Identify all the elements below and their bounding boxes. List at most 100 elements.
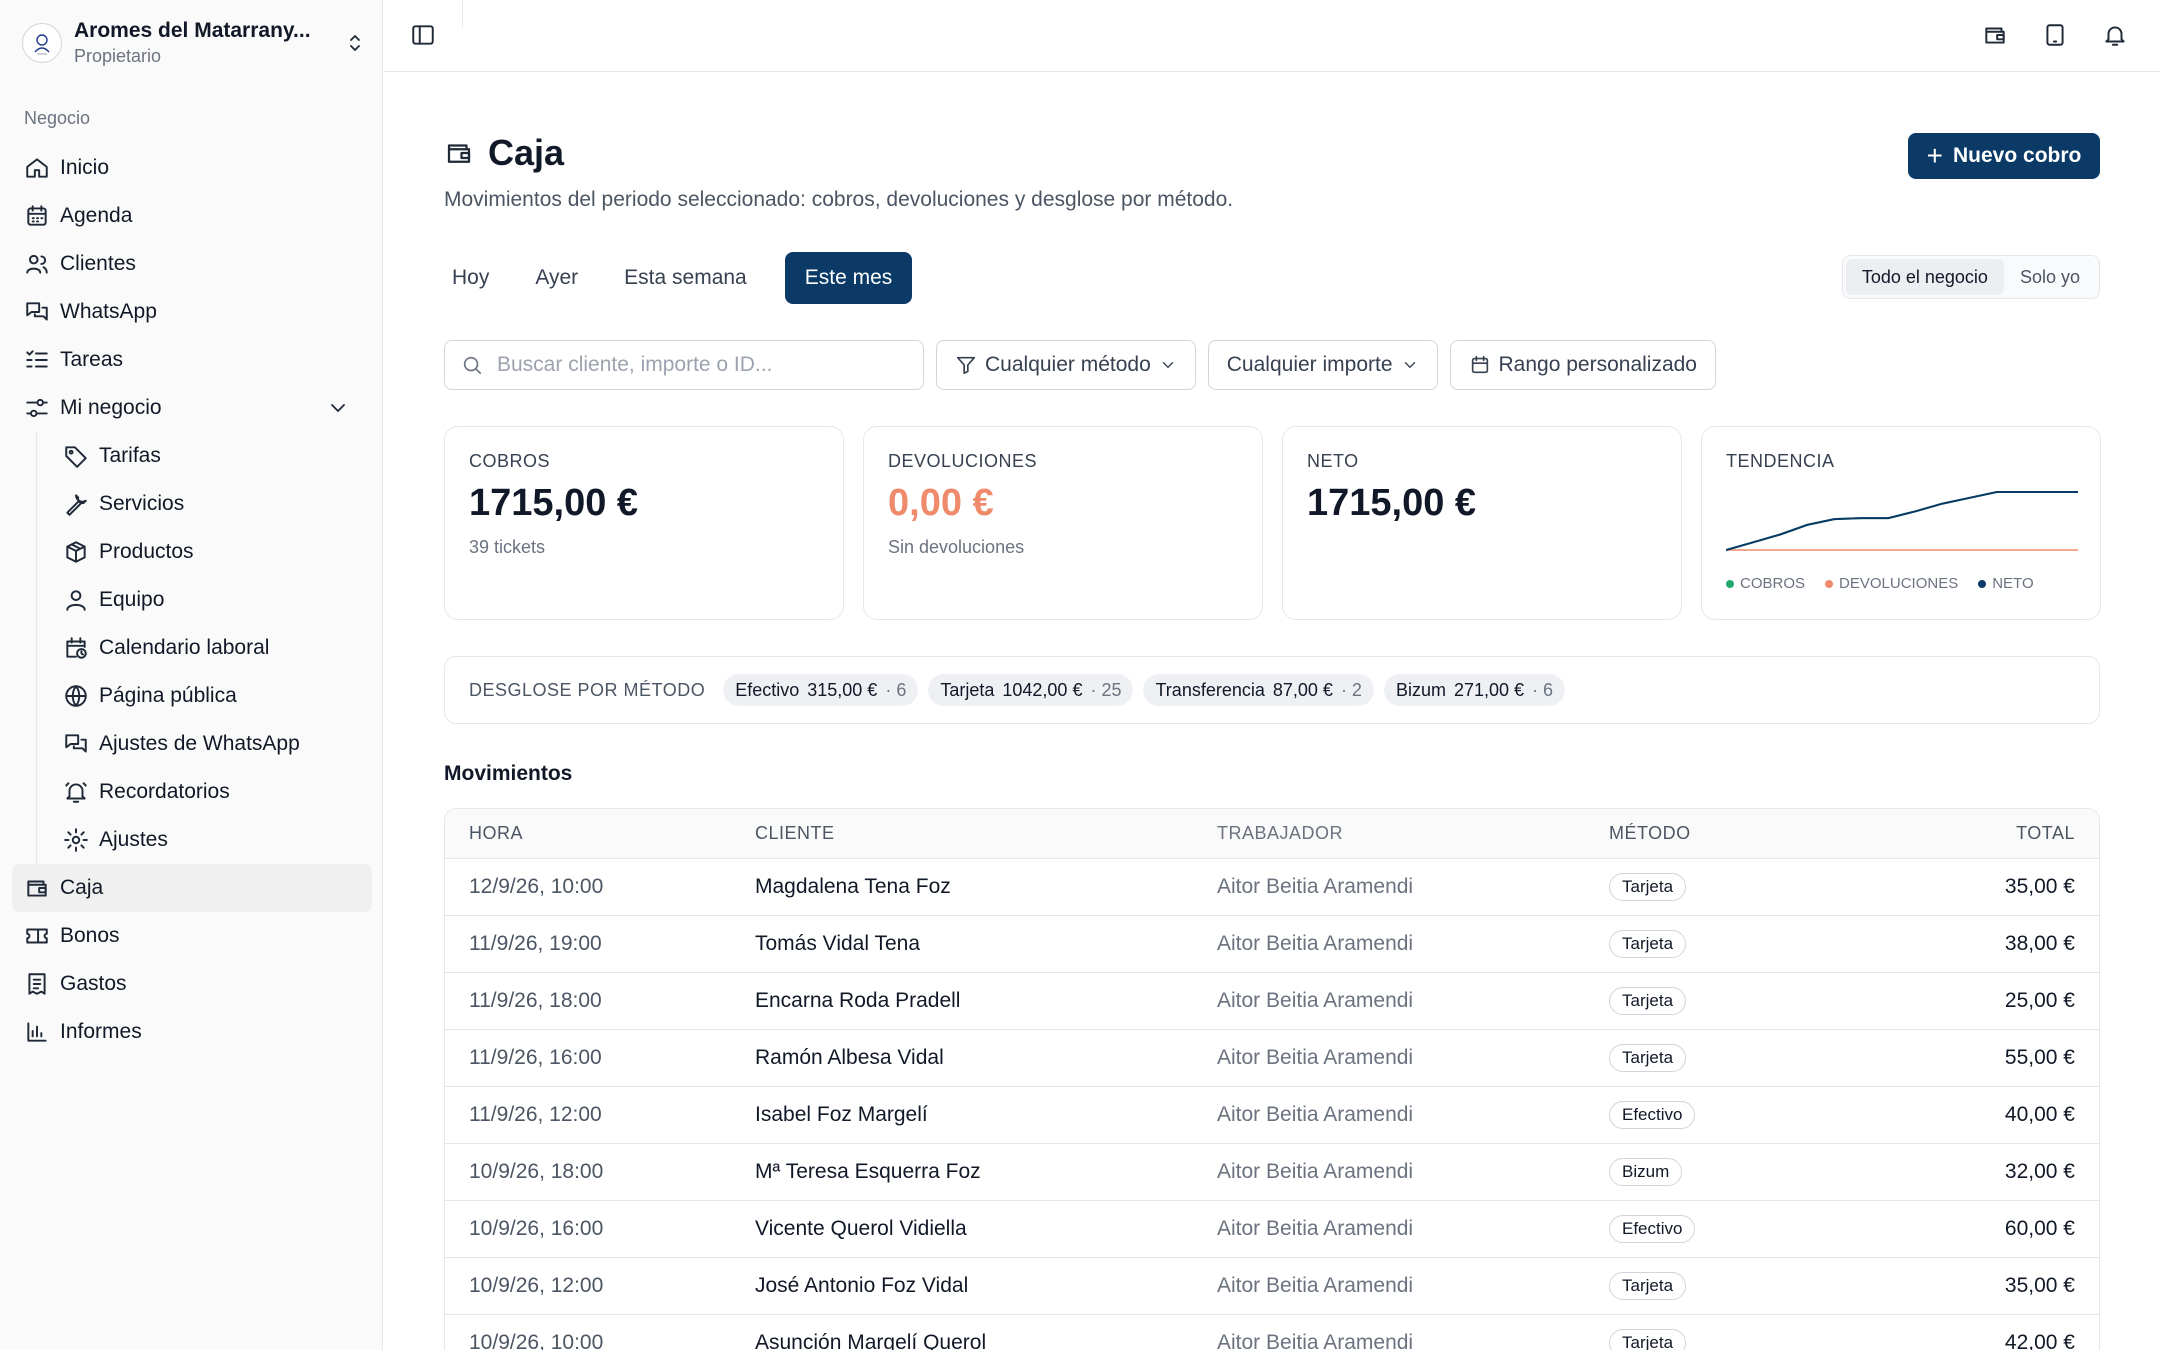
cell-metodo: Efectivo: [1609, 1101, 1869, 1129]
nav-label: Informes: [60, 1020, 142, 1043]
cell-metodo: Tarjeta: [1609, 873, 1869, 901]
method-badge: Tarjeta: [1609, 930, 1687, 958]
nav-item-tarifas[interactable]: Tarifas: [51, 432, 372, 480]
page-title: Caja: [488, 132, 565, 173]
table-row[interactable]: 10/9/26, 12:00 José Antonio Foz Vidal Aito…: [445, 1258, 2099, 1315]
nav-label: Página pública: [99, 684, 237, 707]
nav-item-bonos[interactable]: Bonos: [12, 912, 372, 960]
business-switcher[interactable]: Aromes del Matarrany... Propietario: [22, 14, 367, 72]
breakdown-label: DESGLOSE POR MÉTODO: [469, 679, 706, 700]
tab-ayer[interactable]: Ayer: [527, 252, 598, 304]
series-line-neto: [1726, 491, 2078, 551]
page-header: Caja: [444, 132, 564, 174]
col-total[interactable]: TOTAL: [1869, 823, 2099, 844]
table-row[interactable]: 11/9/26, 16:00 Ramón Albesa Vidal Aitor Be…: [445, 1030, 2099, 1087]
new-charge-button[interactable]: + Nuevo cobro: [1908, 133, 2100, 179]
method-filter[interactable]: Cualquier método: [936, 340, 1196, 390]
cell-total: 35,00 €: [2004, 1274, 2075, 1297]
nav-item-whatsapp[interactable]: WhatsApp: [12, 288, 372, 336]
nav-label: Equipo: [99, 588, 165, 611]
gear-icon: [64, 828, 88, 852]
table-row[interactable]: 11/9/26, 19:00 Tomás Vidal Tena Aitor Beit…: [445, 916, 2099, 973]
nav-item-clientes[interactable]: Clientes: [12, 240, 372, 288]
nav-item-informes[interactable]: Informes: [12, 1008, 372, 1056]
movements-title: Movimientos: [444, 762, 573, 785]
chip-method: Transferencia: [1155, 679, 1265, 700]
cell-cliente: Mª Teresa Esquerra Foz: [755, 1160, 981, 1183]
tab-hoy[interactable]: Hoy: [444, 252, 509, 304]
col-cliente[interactable]: CLIENTE: [755, 823, 1217, 844]
nav-item-productos[interactable]: Productos: [51, 528, 372, 576]
cell-cliente: José Antonio Foz Vidal: [755, 1274, 969, 1297]
cell-trabajador: Aitor Beitia Aramendi: [1217, 1274, 1414, 1297]
cell-metodo: Tarjeta: [1609, 1044, 1869, 1072]
card-neto: NETO 1715,00 €: [1282, 426, 1682, 620]
chip-amount: 87,00 €: [1272, 679, 1333, 700]
nav-item-equipo[interactable]: Equipo: [51, 576, 372, 624]
wallet-icon: [27, 880, 47, 897]
nav-item-recordatorios[interactable]: Recordatorios: [51, 768, 372, 816]
table-row[interactable]: 10/9/26, 18:00 Mª Teresa Esquerra Foz Aito…: [445, 1144, 2099, 1201]
table-row[interactable]: 11/9/26, 18:00 Encarna Roda Pradell Aitor …: [445, 973, 2099, 1030]
date-range-filter[interactable]: Rango personalizado: [1449, 340, 1716, 390]
cell-hora: 11/9/26, 16:00: [469, 1046, 602, 1069]
nav-item-calendario-laboral[interactable]: Calendario laboral: [51, 624, 372, 672]
nav-label: Inicio: [60, 156, 110, 179]
wrench-icon: [66, 494, 87, 516]
nav-item-gastos[interactable]: Gastos: [12, 960, 372, 1008]
cell-trabajador: Aitor Beitia Aramendi: [1217, 1160, 1414, 1183]
nav-label: Gastos: [60, 972, 127, 995]
bell-icon[interactable]: [2102, 22, 2128, 48]
nav-item-inicio[interactable]: Inicio: [12, 144, 372, 192]
table-row[interactable]: 11/9/26, 12:00 Isabel Foz Margelí Aitor Be…: [445, 1087, 2099, 1144]
nav-item-agenda[interactable]: Agenda: [12, 192, 372, 240]
tag-icon: [65, 446, 87, 468]
chip-method: Tarjeta: [940, 679, 995, 700]
col-trabajador[interactable]: TRABAJADOR: [1217, 823, 1609, 844]
filters-bar: Cualquier método Cualquier importe Rango…: [444, 340, 1716, 390]
business-name: Aromes del Matarrany...: [74, 19, 311, 42]
amount-filter[interactable]: Cualquier importe: [1207, 340, 1438, 390]
chevron-down-icon[interactable]: [326, 396, 350, 420]
method-badge: Tarjeta: [1609, 987, 1687, 1015]
nav-item-servicios[interactable]: Servicios: [51, 480, 372, 528]
chip-amount: 315,00 €: [807, 679, 878, 700]
ticket-icon: [26, 928, 48, 944]
tab-esta-semana[interactable]: Esta semana: [616, 252, 767, 304]
nav-item-tareas[interactable]: Tareas: [12, 336, 372, 384]
wallet-icon[interactable]: [1982, 22, 2008, 48]
nav-item-ajustes-whatsapp[interactable]: Ajustes de WhatsApp: [51, 720, 372, 768]
nav-item-ajustes[interactable]: Ajustes: [51, 816, 372, 864]
cell-metodo: Tarjeta: [1609, 1272, 1869, 1300]
trend-chart: [1726, 491, 2078, 551]
nav-item-caja[interactable]: Caja: [12, 864, 372, 912]
cell-trabajador: Aitor Beitia Aramendi: [1217, 1331, 1414, 1350]
scope-mine[interactable]: Solo yo: [2004, 259, 2096, 295]
table-body: 12/9/26, 10:00 Magdalena Tena Foz Aitor Be…: [445, 859, 2099, 1350]
cell-trabajador: Aitor Beitia Aramendi: [1217, 989, 1414, 1012]
tab-este-mes[interactable]: Este mes: [784, 252, 913, 304]
nav-label: Clientes: [60, 252, 136, 275]
cell-metodo: Tarjeta: [1609, 987, 1869, 1015]
chip-amount: 1042,00 €: [1002, 679, 1083, 700]
method-badge: Tarjeta: [1609, 1044, 1687, 1072]
sidebar-toggle-icon[interactable]: [410, 22, 436, 48]
chip-count: · 2: [1340, 679, 1362, 700]
card-label: TENDENCIA: [1726, 451, 1835, 471]
search-input[interactable]: [497, 353, 897, 377]
chevron-down-icon: [1162, 362, 1173, 368]
nav-heading: Negocio: [24, 108, 91, 128]
table-row[interactable]: 12/9/26, 10:00 Magdalena Tena Foz Aitor Be…: [445, 859, 2099, 916]
col-metodo[interactable]: MÉTODO: [1609, 823, 1869, 844]
chip-amount: 271,00 €: [1453, 679, 1525, 700]
scope-all[interactable]: Todo el negocio: [1845, 259, 2004, 295]
legend-label: COBROS: [1740, 575, 1806, 592]
tablet-icon[interactable]: [2042, 22, 2068, 48]
col-hora[interactable]: HORA: [445, 823, 755, 844]
nav-item-mi-negocio[interactable]: Mi negocio: [12, 384, 372, 432]
breakdown-chip: Efectivo 315,00 € · 6: [723, 674, 919, 706]
table-row[interactable]: 10/9/26, 10:00 Asunción Margelí Querol Ait…: [445, 1315, 2099, 1350]
table-row[interactable]: 10/9/26, 16:00 Vicente Querol Vidiella Ait…: [445, 1201, 2099, 1258]
legend-neto: NETO: [1978, 575, 2034, 592]
nav-item-pagina-publica[interactable]: Página pública: [51, 672, 372, 720]
